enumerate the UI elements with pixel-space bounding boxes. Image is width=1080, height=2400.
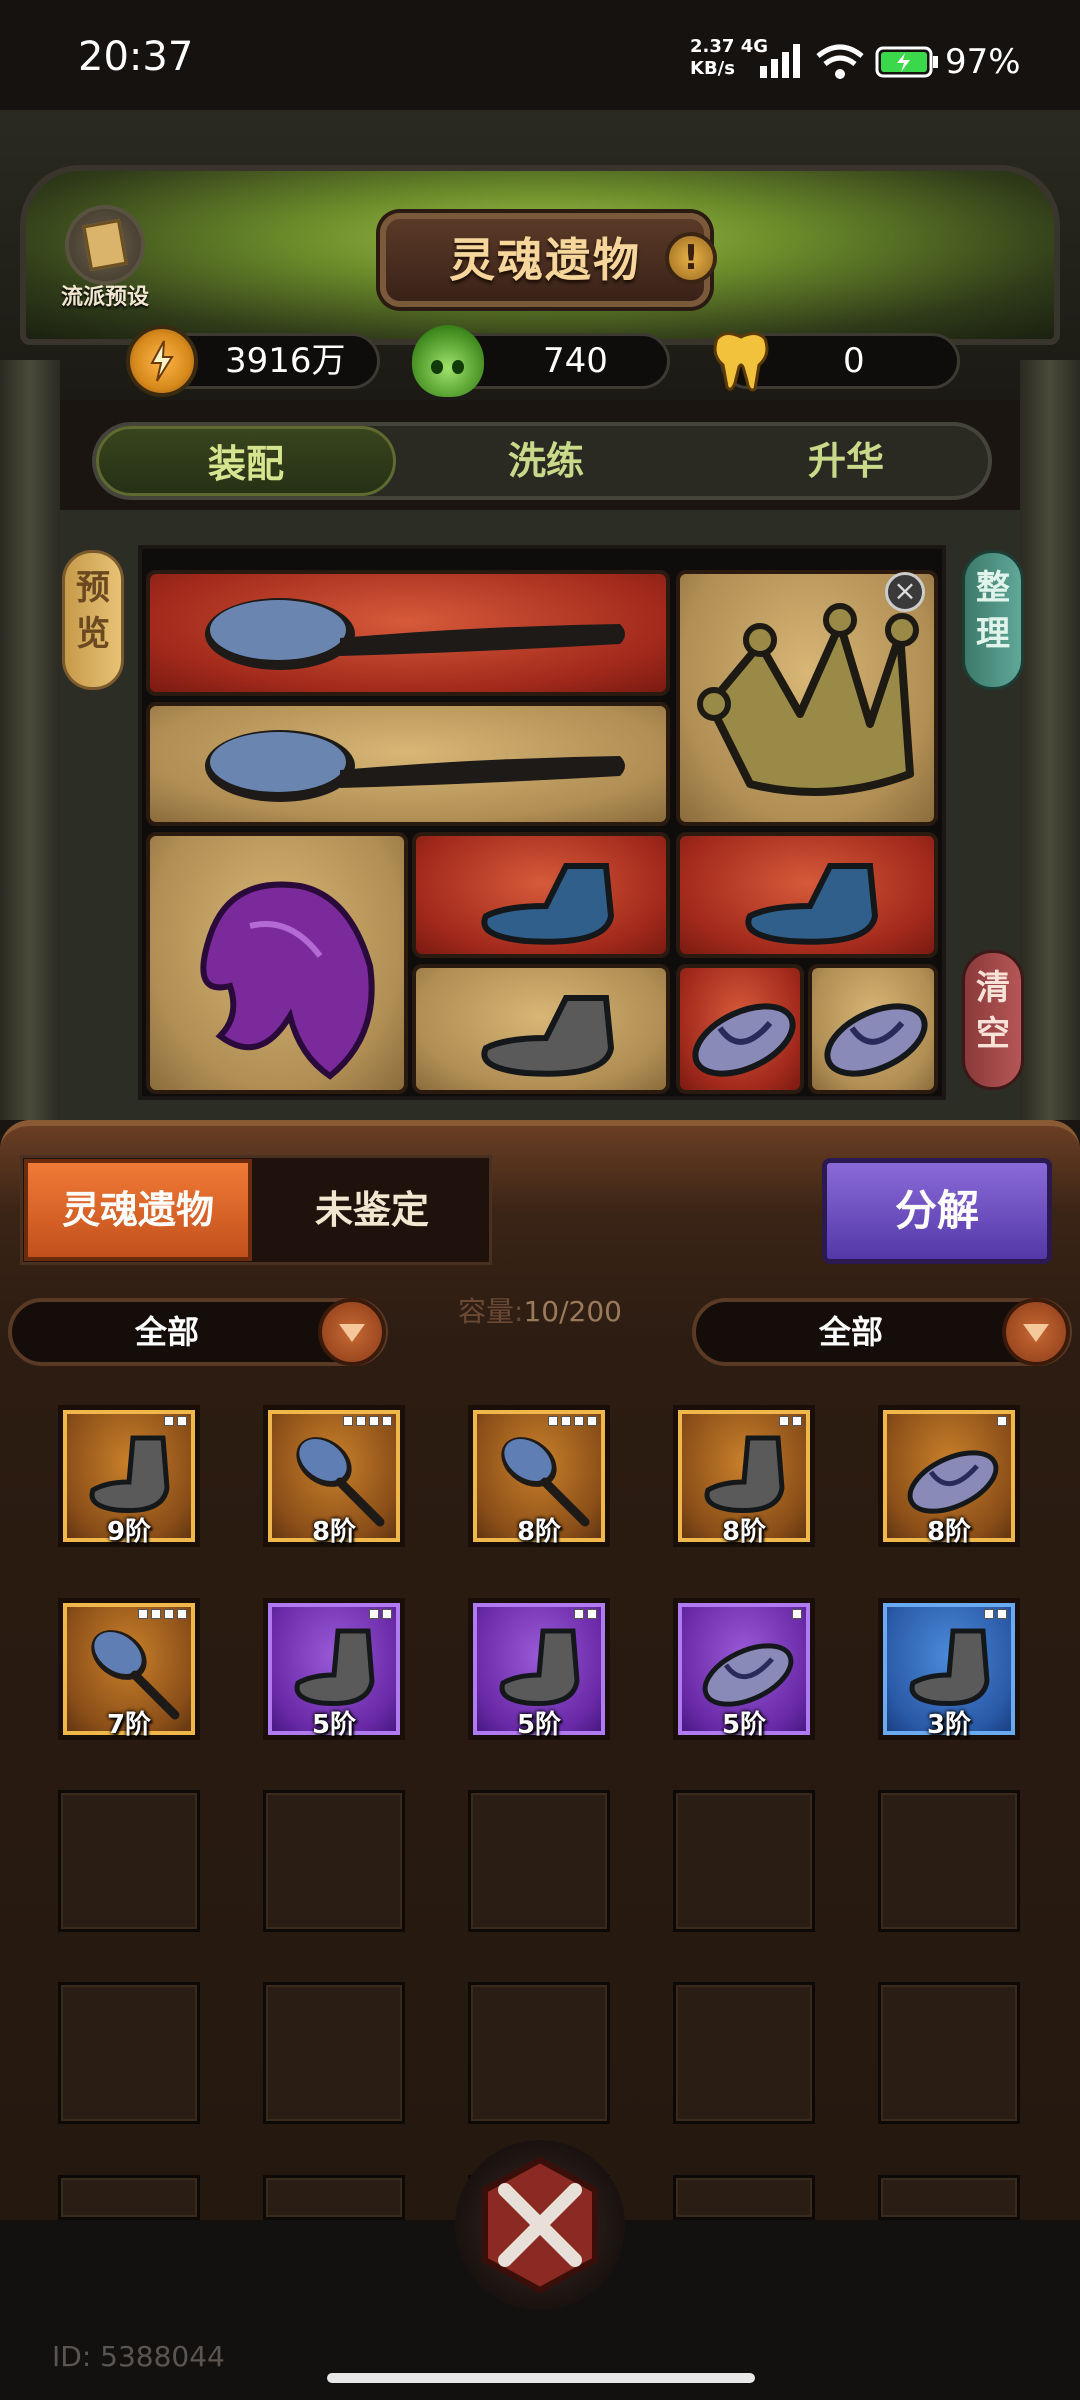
- empty-slot[interactable]: [878, 1790, 1020, 1932]
- quality-dots: [343, 1416, 392, 1426]
- item-tier: 5阶: [516, 1710, 562, 1740]
- quality-dots: [984, 1609, 1007, 1619]
- item-tier: 8阶: [516, 1517, 562, 1547]
- empty-slot[interactable]: [673, 2175, 815, 2220]
- inventory-item[interactable]: 9阶: [58, 1405, 200, 1547]
- item-tier: 8阶: [311, 1517, 357, 1547]
- item-tier: 5阶: [721, 1710, 767, 1740]
- empty-slot[interactable]: [58, 2175, 200, 2220]
- quality-dots: [792, 1609, 802, 1619]
- inventory-item[interactable]: 5阶: [673, 1598, 815, 1740]
- account-id: ID: 5388044: [52, 2340, 225, 2373]
- quality-dots: [164, 1416, 187, 1426]
- empty-slot[interactable]: [58, 1790, 200, 1932]
- empty-slot[interactable]: [878, 1982, 1020, 2124]
- item-tier: 9阶: [106, 1517, 152, 1547]
- inventory-item[interactable]: 5阶: [468, 1598, 610, 1740]
- item-tier: 8阶: [721, 1517, 767, 1547]
- quality-dots: [779, 1416, 802, 1426]
- crossed-swords-icon: [482, 2156, 598, 2294]
- empty-slot[interactable]: [673, 1982, 815, 2124]
- quality-dots: [574, 1609, 597, 1619]
- inventory-grid: 9阶 8阶 8阶 8阶 8阶 7阶 5阶 5阶 5阶 3阶: [0, 0, 1080, 2220]
- empty-slot[interactable]: [263, 1790, 405, 1932]
- inventory-item[interactable]: 8阶: [878, 1405, 1020, 1547]
- empty-slot[interactable]: [468, 1982, 610, 2124]
- quality-dots: [138, 1609, 187, 1619]
- empty-slot[interactable]: [58, 1982, 200, 2124]
- inventory-item[interactable]: 8阶: [673, 1405, 815, 1547]
- inventory-item[interactable]: 7阶: [58, 1598, 200, 1740]
- battle-button[interactable]: [455, 2140, 625, 2310]
- empty-slot[interactable]: [468, 1790, 610, 1932]
- empty-slot[interactable]: [673, 1790, 815, 1932]
- item-tier: 8阶: [926, 1517, 972, 1547]
- inventory-item[interactable]: 3阶: [878, 1598, 1020, 1740]
- inventory-item[interactable]: 8阶: [468, 1405, 610, 1547]
- quality-dots: [997, 1416, 1007, 1426]
- empty-slot[interactable]: [263, 2175, 405, 2220]
- item-tier: 3阶: [926, 1710, 972, 1740]
- item-tier: 5阶: [311, 1710, 357, 1740]
- inventory-item[interactable]: 5阶: [263, 1598, 405, 1740]
- quality-dots: [369, 1609, 392, 1619]
- inventory-item[interactable]: 8阶: [263, 1405, 405, 1547]
- quality-dots: [548, 1416, 597, 1426]
- empty-slot[interactable]: [263, 1982, 405, 2124]
- empty-slot[interactable]: [878, 2175, 1020, 2220]
- item-tier: 7阶: [106, 1710, 152, 1740]
- home-indicator[interactable]: [327, 2373, 755, 2383]
